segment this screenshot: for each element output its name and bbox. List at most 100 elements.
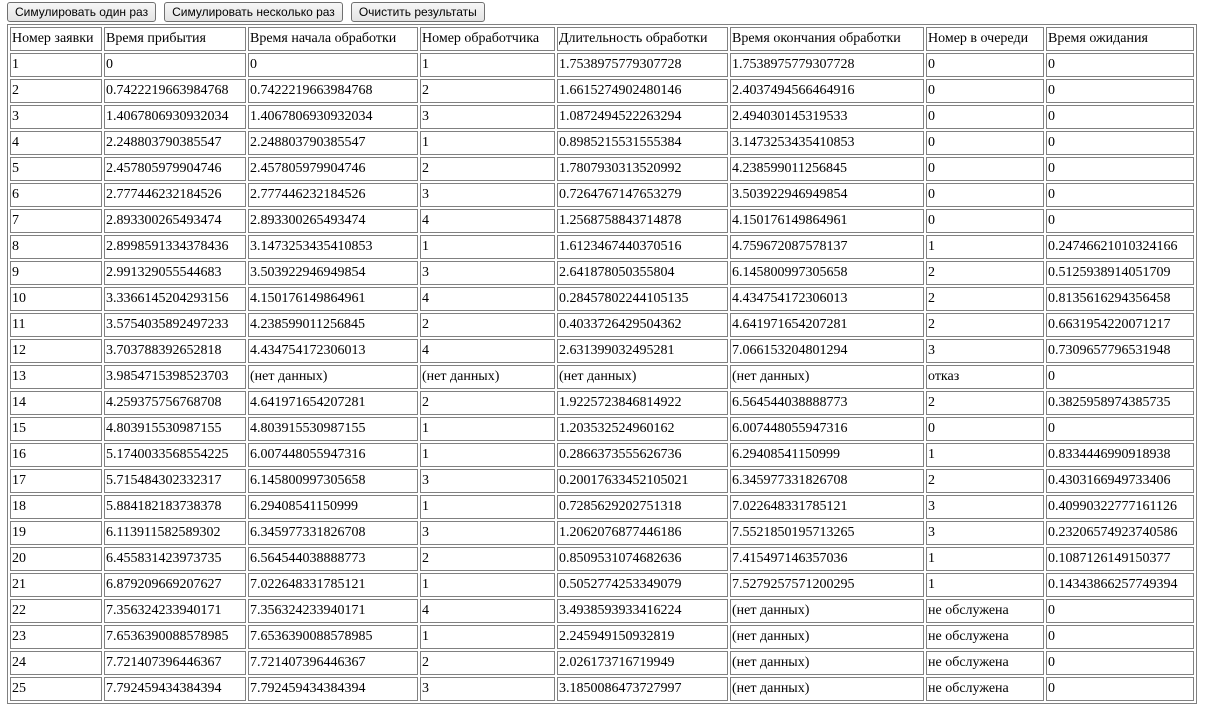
table-cell-start-time: 6.007448055947316 bbox=[248, 443, 418, 467]
table-cell-duration: 1.203532524960162 bbox=[557, 417, 728, 441]
toolbar: Симулировать один раз Симулировать неско… bbox=[0, 0, 1218, 24]
table-cell-handler-number: 4 bbox=[420, 599, 555, 623]
table-cell-duration: 1.0872494522263294 bbox=[557, 105, 728, 129]
table-cell-wait-time: 0.1087126149150377 bbox=[1046, 547, 1194, 571]
column-header-start-time: Время начала обработки bbox=[248, 27, 418, 51]
table-cell-duration: 2.026173716719949 bbox=[557, 651, 728, 675]
table-cell-wait-time: 0.5125938914051709 bbox=[1046, 261, 1194, 285]
table-cell-start-time: (нет данных) bbox=[248, 365, 418, 389]
table-cell-arrival-time: 2.248803790385547 bbox=[104, 131, 246, 155]
table-cell-queue-number: 3 bbox=[926, 521, 1044, 545]
table-cell-queue-number: 0 bbox=[926, 157, 1044, 181]
table-cell-end-time: 6.564544038888773 bbox=[730, 391, 924, 415]
table-cell-handler-number: 4 bbox=[420, 209, 555, 233]
table-cell-queue-number: не обслужена bbox=[926, 599, 1044, 623]
table-cell-start-time: 2.777446232184526 bbox=[248, 183, 418, 207]
table-cell-end-time: 3.503922946949854 bbox=[730, 183, 924, 207]
table-cell-queue-number: отказ bbox=[926, 365, 1044, 389]
table-cell-handler-number: 3 bbox=[420, 261, 555, 285]
table-cell-wait-time: 0.7309657796531948 bbox=[1046, 339, 1194, 363]
table-cell-end-time: 6.007448055947316 bbox=[730, 417, 924, 441]
table-row: 25 7.792459434384394 7.792459434384394 3 3.1… bbox=[10, 677, 1194, 701]
table-cell-queue-number: не обслужена bbox=[926, 625, 1044, 649]
table-cell-arrival-time: 2.777446232184526 bbox=[104, 183, 246, 207]
table-row: 10 3.3366145204293156 4.150176149864961 4 0.… bbox=[10, 287, 1194, 311]
table-cell-duration: 2.641878050355804 bbox=[557, 261, 728, 285]
table-cell-handler-number: 3 bbox=[420, 469, 555, 493]
table-row: 4 2.248803790385547 2.248803790385547 1 0.89… bbox=[10, 131, 1194, 155]
table-cell-queue-number: 3 bbox=[926, 495, 1044, 519]
table-cell-start-time: 6.29408541150999 bbox=[248, 495, 418, 519]
table-cell-end-time: (нет данных) bbox=[730, 365, 924, 389]
table-cell-duration: 1.2062076877446186 bbox=[557, 521, 728, 545]
table-cell-duration: 1.6615274902480146 bbox=[557, 79, 728, 103]
table-cell-handler-number: 2 bbox=[420, 157, 555, 181]
table-cell-wait-time: 0 bbox=[1046, 417, 1194, 441]
table-cell-arrival-time: 5.884182183738378 bbox=[104, 495, 246, 519]
table-cell-request-number: 19 bbox=[10, 521, 102, 545]
table-cell-request-number: 15 bbox=[10, 417, 102, 441]
table-cell-request-number: 21 bbox=[10, 573, 102, 597]
table-row: 15 4.803915530987155 4.803915530987155 1 1.2… bbox=[10, 417, 1194, 441]
table-cell-request-number: 23 bbox=[10, 625, 102, 649]
table-cell-duration: 0.8509531074682636 bbox=[557, 547, 728, 571]
table-cell-arrival-time: 5.715484302332317 bbox=[104, 469, 246, 493]
table-cell-wait-time: 0.6631954220071217 bbox=[1046, 313, 1194, 337]
table-cell-end-time: 7.5521850195713265 bbox=[730, 521, 924, 545]
table-row: 7 2.893300265493474 2.893300265493474 4 1.25… bbox=[10, 209, 1194, 233]
table-cell-duration: 0.7285629202751318 bbox=[557, 495, 728, 519]
table-row: 22 7.356324233940171 7.356324233940171 4 3.4… bbox=[10, 599, 1194, 623]
table-cell-queue-number: 1 bbox=[926, 235, 1044, 259]
table-cell-start-time: 6.145800997305658 bbox=[248, 469, 418, 493]
table-cell-start-time: 0 bbox=[248, 53, 418, 77]
table-cell-handler-number: (нет данных) bbox=[420, 365, 555, 389]
table-cell-queue-number: 0 bbox=[926, 53, 1044, 77]
table-cell-handler-number: 4 bbox=[420, 287, 555, 311]
table-cell-end-time: 7.5279257571200295 bbox=[730, 573, 924, 597]
table-cell-end-time: 6.345977331826708 bbox=[730, 469, 924, 493]
simulate-once-button[interactable]: Симулировать один раз bbox=[7, 2, 157, 22]
table-cell-queue-number: 0 bbox=[926, 79, 1044, 103]
table-row: 23 7.6536390088578985 7.6536390088578985 1 2… bbox=[10, 625, 1194, 649]
table-cell-request-number: 12 bbox=[10, 339, 102, 363]
table-cell-duration: 1.9225723846814922 bbox=[557, 391, 728, 415]
table-cell-arrival-time: 3.703788392652818 bbox=[104, 339, 246, 363]
table-cell-start-time: 0.7422219663984768 bbox=[248, 79, 418, 103]
column-header-request-number: Номер заявки bbox=[10, 27, 102, 51]
table-row: 5 2.457805979904746 2.457805979904746 2 1.78… bbox=[10, 157, 1194, 181]
clear-results-button[interactable]: Очистить результаты bbox=[350, 2, 485, 22]
table-cell-request-number: 18 bbox=[10, 495, 102, 519]
table-cell-request-number: 24 bbox=[10, 651, 102, 675]
table-cell-arrival-time: 3.9854715398523703 bbox=[104, 365, 246, 389]
table-cell-arrival-time: 6.455831423973735 bbox=[104, 547, 246, 571]
table-cell-arrival-time: 7.721407396446367 bbox=[104, 651, 246, 675]
table-cell-wait-time: 0 bbox=[1046, 651, 1194, 675]
table-cell-start-time: 2.457805979904746 bbox=[248, 157, 418, 181]
column-header-duration: Длительность обработки bbox=[557, 27, 728, 51]
table-row: 12 3.703788392652818 4.434754172306013 4 2.6… bbox=[10, 339, 1194, 363]
table-cell-arrival-time: 4.259375756768708 bbox=[104, 391, 246, 415]
table-cell-wait-time: 0 bbox=[1046, 599, 1194, 623]
table-cell-end-time: (нет данных) bbox=[730, 651, 924, 675]
table-cell-wait-time: 0.3825958974385735 bbox=[1046, 391, 1194, 415]
table-cell-queue-number: 0 bbox=[926, 131, 1044, 155]
table-cell-wait-time: 0.23206574923740586 bbox=[1046, 521, 1194, 545]
column-header-wait-time: Время ожидания bbox=[1046, 27, 1194, 51]
results-table: Номер заявки Время прибытия Время начала о… bbox=[7, 24, 1197, 704]
table-cell-arrival-time: 2.8998591334378436 bbox=[104, 235, 246, 259]
table-cell-end-time: 4.641971654207281 bbox=[730, 313, 924, 337]
table-row: 13 3.9854715398523703 (нет данных) (нет дан… bbox=[10, 365, 1194, 389]
table-row: 8 2.8998591334378436 3.1473253435410853 1 1.… bbox=[10, 235, 1194, 259]
table-cell-arrival-time: 1.4067806930932034 bbox=[104, 105, 246, 129]
table-cell-queue-number: не обслужена bbox=[926, 651, 1044, 675]
table-cell-arrival-time: 7.356324233940171 bbox=[104, 599, 246, 623]
simulate-many-button[interactable]: Симулировать несколько раз bbox=[164, 2, 343, 22]
table-cell-handler-number: 1 bbox=[420, 131, 555, 155]
table-cell-wait-time: 0.4303166949733406 bbox=[1046, 469, 1194, 493]
table-cell-request-number: 17 bbox=[10, 469, 102, 493]
column-header-arrival-time: Время прибытия bbox=[104, 27, 246, 51]
table-cell-handler-number: 3 bbox=[420, 677, 555, 701]
table-cell-wait-time: 0 bbox=[1046, 105, 1194, 129]
table-cell-arrival-time: 2.893300265493474 bbox=[104, 209, 246, 233]
table-cell-end-time: 7.022648331785121 bbox=[730, 495, 924, 519]
